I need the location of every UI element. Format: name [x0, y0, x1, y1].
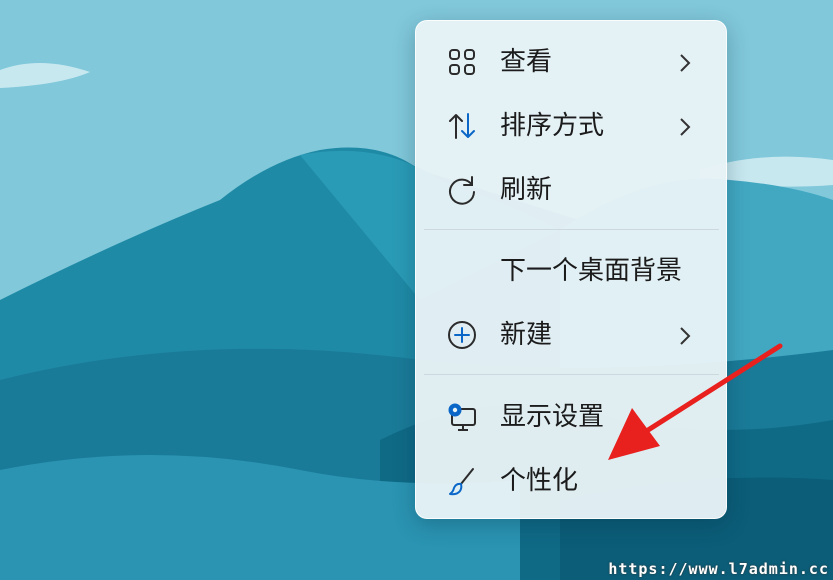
menu-item-view[interactable]: 查看: [426, 34, 716, 90]
watermark-text: https://www.l7admin.cc: [608, 560, 829, 578]
chevron-right-icon: [680, 54, 691, 72]
menu-item-label: 显示设置: [500, 402, 605, 432]
grid-view-icon: [449, 49, 475, 75]
refresh-icon: [449, 176, 475, 205]
paintbrush-icon: [449, 468, 474, 496]
menu-item-new[interactable]: 新建: [426, 307, 716, 363]
menu-item-label: 新建: [500, 320, 553, 350]
menu-separator: [424, 374, 719, 375]
menu-item-refresh[interactable]: 刷新: [426, 162, 716, 218]
menu-separator: [424, 229, 719, 230]
menu-item-label: 个性化: [500, 466, 579, 496]
menu-item-label: 下一个桌面背景: [500, 256, 683, 286]
display-settings-icon: [448, 403, 476, 431]
desktop-context-menu: 查看 排序方式 刷新 下一个桌面背景 新建 显示设置 个性化: [415, 20, 727, 519]
sort-arrows-icon: [449, 113, 475, 139]
menu-item-label: 刷新: [500, 175, 553, 205]
chevron-right-icon: [680, 118, 691, 136]
menu-item-label: 排序方式: [500, 111, 605, 141]
menu-item-display-settings[interactable]: 显示设置: [426, 389, 716, 445]
menu-item-next-background[interactable]: 下一个桌面背景: [426, 243, 716, 299]
menu-item-label: 查看: [500, 47, 553, 77]
menu-item-sort-by[interactable]: 排序方式: [426, 98, 716, 154]
menu-item-personalize[interactable]: 个性化: [426, 453, 716, 509]
plus-circle-icon: [448, 321, 476, 349]
chevron-right-icon: [680, 327, 691, 345]
